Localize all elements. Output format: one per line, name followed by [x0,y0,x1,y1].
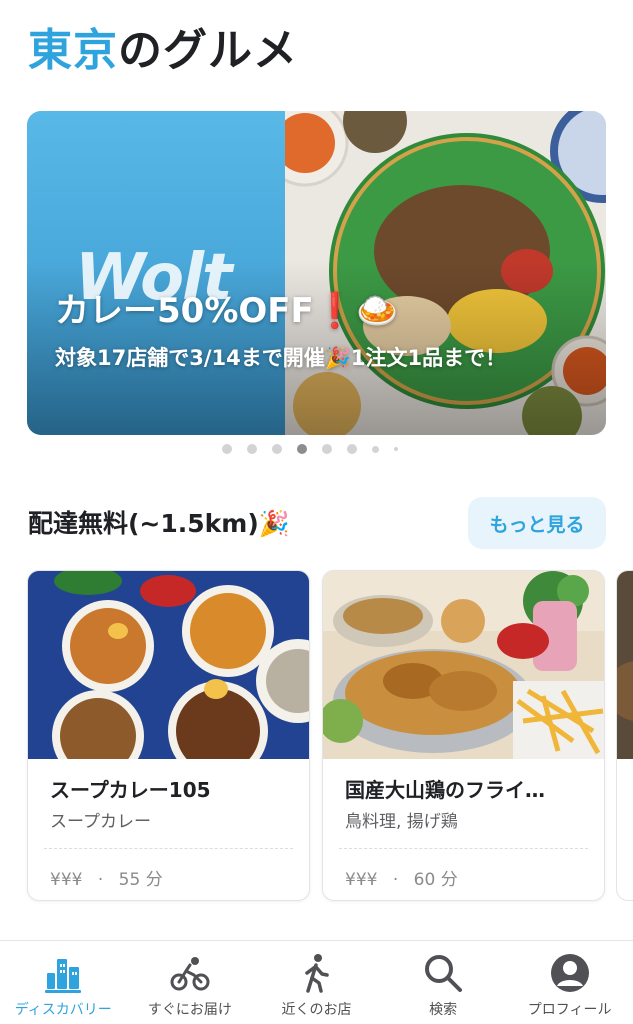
carousel-dot[interactable] [322,444,332,454]
section-title: 配達無料(~1.5km)🎉 [28,509,290,538]
venue-card[interactable]: 国産大山鶏のフライ… 鳥料理, 揚げ鶏 ¥¥¥ · 60 分 [322,570,605,901]
meta-dot: · [392,870,399,890]
venue-time: 55 分 [118,870,163,890]
promo-banner[interactable]: Wolt カレー50%OFF❗️🍛 対象17店舗で3/14まで開催🎉1注文1品ま… [27,111,606,435]
meta-dot: · [97,870,104,890]
tab-label: すぐにお届け [147,1002,232,1018]
banner-headline: カレー50%OFF❗️🍛 [55,291,399,331]
venue-image [323,571,604,759]
carousel-indicator[interactable] [222,442,398,456]
walk-icon [305,954,330,993]
bottom-tab-bar: ディスカバリー すぐにお届け 近くのお店 検索 プロフィール [0,940,633,1024]
venue-price: ¥¥¥ [345,870,378,890]
venue-name: 国産大山鶏のフライ… [345,778,545,802]
profile-icon [550,954,589,992]
carousel-dot[interactable] [347,444,357,454]
carousel-dot[interactable] [394,447,398,451]
tab-fast-delivery[interactable]: すぐにお届け [127,941,254,1024]
venue-price: ¥¥¥ [50,870,83,890]
tab-discovery[interactable]: ディスカバリー [0,941,127,1024]
tab-nearby[interactable]: 近くのお店 [253,941,380,1024]
venue-card[interactable]: スープカレー105 スープカレー ¥¥¥ · 55 分 [27,570,310,901]
venue-image [28,571,309,759]
carousel-dot[interactable] [372,445,379,453]
carousel-dot[interactable] [247,444,257,454]
carousel-dot-active[interactable] [297,444,307,454]
page-title-city: 東京 [28,25,118,76]
divider [44,848,293,849]
tab-label: ディスカバリー [14,1002,112,1018]
venue-time: 60 分 [413,870,458,890]
tab-profile[interactable]: プロフィール [506,941,633,1024]
carousel-dot[interactable] [272,444,282,454]
page-title-rest: のグルメ [118,25,298,76]
carousel-dot[interactable] [222,444,232,454]
venue-card-peek[interactable] [616,570,633,901]
tab-search[interactable]: 検索 [380,941,507,1024]
page-title: 東京のグルメ [28,14,298,78]
venue-meta: ¥¥¥ · 60 分 [345,865,458,890]
venue-name: スープカレー105 [50,778,211,802]
venue-category: スープカレー [50,812,151,832]
venue-category: 鳥料理, 揚げ鶏 [345,812,458,832]
tab-label: 近くのお店 [281,1002,352,1018]
search-icon [425,955,463,992]
venue-image [617,571,633,759]
see-more-button[interactable]: もっと見る [468,497,606,549]
venue-meta: ¥¥¥ · 55 分 [50,865,163,890]
tab-label: プロフィール [527,1002,612,1018]
tab-label: 検索 [429,1002,458,1018]
banner-subtext: 対象17店舗で3/14まで開催🎉1注文1品まで！ [55,346,507,370]
divider [339,848,588,849]
discovery-icon [45,959,82,993]
bike-icon [170,957,210,991]
